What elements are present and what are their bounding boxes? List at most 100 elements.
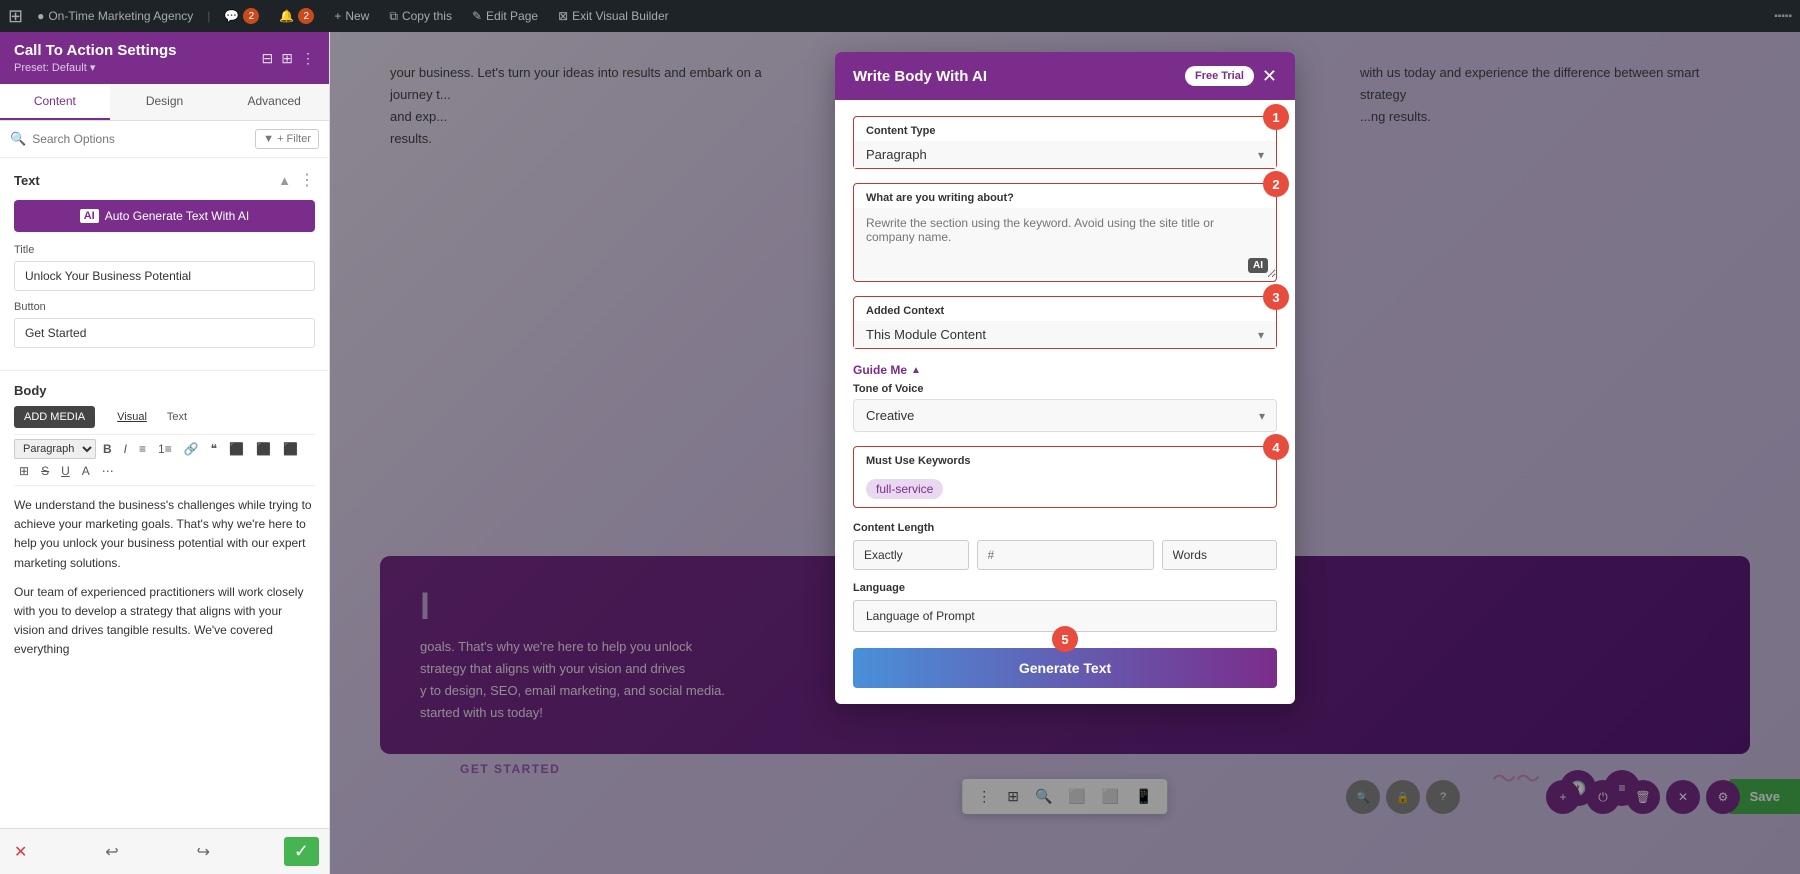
modal-close-button[interactable]: ✕ (1262, 67, 1277, 85)
admin-icons: ▪▪▪▪▪ (1774, 11, 1792, 22)
ai-button-label: Auto Generate Text With AI (105, 209, 250, 223)
sidebar-preset[interactable]: Preset: Default ▾ (14, 61, 177, 74)
new-link[interactable]: + New (328, 0, 375, 32)
modal-overlay: Write Body With AI Free Trial ✕ 1 Conten… (330, 32, 1800, 874)
link-btn[interactable]: 🔗 (179, 439, 204, 459)
writing-about-textarea[interactable] (854, 208, 1276, 278)
filter-icon: ▼ (263, 133, 274, 145)
sidebar-tabs: Content Design Advanced (0, 84, 329, 121)
step-2-circle: 2 (1263, 171, 1289, 197)
textarea-wrapper: AI (854, 208, 1276, 281)
body-text: We understand the business's challenges … (14, 496, 315, 660)
language-label: Language (853, 582, 1277, 600)
body-label: Body (14, 383, 315, 398)
visual-text-tabs: Visual Text (109, 407, 195, 427)
edit-page-link[interactable]: ✎ Edit Page (466, 0, 544, 32)
table-btn[interactable]: ⊞ (14, 461, 34, 481)
exit-builder-link[interactable]: ⊠ Exit Visual Builder (552, 0, 675, 32)
keywords-group: 4 Must Use Keywords full-service (853, 446, 1277, 508)
bold-btn[interactable]: B (98, 439, 117, 459)
copy-this-link[interactable]: ⧉ Copy this (383, 0, 458, 32)
wp-icon[interactable]: ⊞ (8, 6, 23, 27)
admin-bar-right: ▪▪▪▪▪ (1774, 11, 1792, 22)
added-context-group: 3 Added Context This Module Content Page… (853, 296, 1277, 349)
filter-button[interactable]: ▼ + Filter (255, 129, 319, 149)
sidebar-icon-columns[interactable]: ⊞ (281, 50, 293, 67)
button-input[interactable] (14, 318, 315, 348)
add-media-button[interactable]: ADD MEDIA (14, 406, 95, 428)
underline-btn[interactable]: U (56, 461, 75, 481)
edit-icon: ✎ (472, 9, 482, 23)
words-select[interactable]: Words Sentences Paragraphs (1162, 540, 1278, 570)
text-section-title: Text (14, 173, 40, 188)
search-icon: 🔍 (10, 131, 26, 147)
sidebar: Call To Action Settings Preset: Default … (0, 32, 330, 874)
bubbles-link[interactable]: 🔔 2 (273, 0, 320, 32)
ol-btn[interactable]: 1≡ (153, 439, 177, 459)
button-label: Button (14, 301, 315, 313)
sidebar-icon-grid[interactable]: ⊟ (262, 50, 274, 67)
content-type-select-wrapper: Paragraph Blog Post List (854, 141, 1276, 168)
guide-me-toggle[interactable]: Guide Me ▲ (853, 363, 1277, 377)
tab-content[interactable]: Content (0, 84, 110, 120)
italic-btn[interactable]: I (119, 439, 132, 459)
comments-icon: 💬 (224, 9, 239, 23)
modal: Write Body With AI Free Trial ✕ 1 Conten… (835, 52, 1295, 704)
visual-tab[interactable]: Visual (109, 407, 155, 427)
modal-header: Write Body With AI Free Trial ✕ (835, 52, 1295, 100)
quote-btn[interactable]: ❝ (206, 439, 222, 459)
modal-header-right: Free Trial ✕ (1185, 66, 1277, 86)
ul-btn[interactable]: ≡ (134, 439, 151, 459)
guide-me-arrow-icon: ▲ (911, 365, 921, 376)
tab-design[interactable]: Design (110, 84, 220, 120)
comments-badge: 2 (243, 8, 259, 24)
save-check-button[interactable]: ✓ (284, 837, 319, 866)
align-right-btn[interactable]: ⬛ (278, 439, 303, 459)
comments-link[interactable]: 💬 2 (218, 0, 265, 32)
ai-generate-button[interactable]: AI Auto Generate Text With AI (14, 200, 315, 232)
length-number-input[interactable] (977, 540, 1154, 570)
body-para-2: Our team of experienced practitioners wi… (14, 583, 315, 660)
sidebar-title: Call To Action Settings (14, 42, 177, 59)
sidebar-icon-more[interactable]: ⋮ (301, 50, 315, 67)
align-left-btn[interactable]: ⬛ (224, 439, 249, 459)
tab-advanced[interactable]: Advanced (219, 84, 329, 120)
content-type-select[interactable]: Paragraph Blog Post List (854, 141, 1276, 168)
strikethrough-btn[interactable]: S (36, 461, 54, 481)
title-input[interactable] (14, 261, 315, 291)
preview-background: your business. Let's turn your ideas int… (330, 32, 1800, 874)
collapse-icon[interactable]: ▲ (278, 173, 291, 188)
new-label: New (345, 9, 369, 23)
search-input[interactable] (32, 132, 249, 146)
exactly-select[interactable]: Exactly At Least At Most (853, 540, 969, 570)
writing-about-group: 2 What are you writing about? AI (853, 183, 1277, 282)
modal-body: 1 Content Type Paragraph Blog Post List (835, 100, 1295, 704)
cancel-button[interactable]: ✕ (10, 838, 31, 866)
site-link[interactable]: ● On-Time Marketing Agency (31, 0, 199, 32)
free-trial-badge[interactable]: Free Trial (1185, 66, 1254, 86)
editor-toolbar: Paragraph B I ≡ 1≡ 🔗 ❝ ⬛ ⬛ ⬛ ⊞ S U A ⋯ (14, 434, 315, 486)
filter-label: + Filter (277, 133, 311, 145)
keywords-label: Must Use Keywords (854, 447, 1276, 471)
exit-builder-label: Exit Visual Builder (572, 9, 669, 23)
copy-this-label: Copy this (402, 9, 452, 23)
body-section: Body ADD MEDIA Visual Text Paragraph B I… (0, 371, 329, 828)
text-tab[interactable]: Text (159, 407, 195, 427)
text-section: Text ▲ ⋮ AI Auto Generate Text With AI T… (0, 158, 329, 371)
added-context-select[interactable]: This Module Content Page Content None (854, 321, 1276, 348)
content-type-label: Content Type (854, 117, 1276, 141)
paragraph-select[interactable]: Paragraph (14, 439, 96, 459)
more-row[interactable]: ⋯ (97, 461, 119, 481)
generate-text-button[interactable]: Generate Text (853, 648, 1277, 688)
color-btn[interactable]: A (77, 461, 95, 481)
align-center-btn[interactable]: ⬛ (251, 439, 276, 459)
undo-button[interactable]: ↩ (101, 838, 122, 866)
more-options-icon[interactable]: ⋮ (299, 170, 315, 190)
content-length-label: Content Length (853, 522, 1277, 540)
redo-button[interactable]: ↪ (193, 838, 214, 866)
added-context-label: Added Context (854, 297, 1276, 321)
sidebar-footer: ✕ ↩ ↪ ✓ (0, 828, 329, 874)
tone-voice-select[interactable]: Creative Professional Casual Formal (853, 399, 1277, 432)
tone-voice-label: Tone of Voice (853, 383, 1277, 399)
exactly-select-wrapper: Exactly At Least At Most (853, 540, 969, 570)
